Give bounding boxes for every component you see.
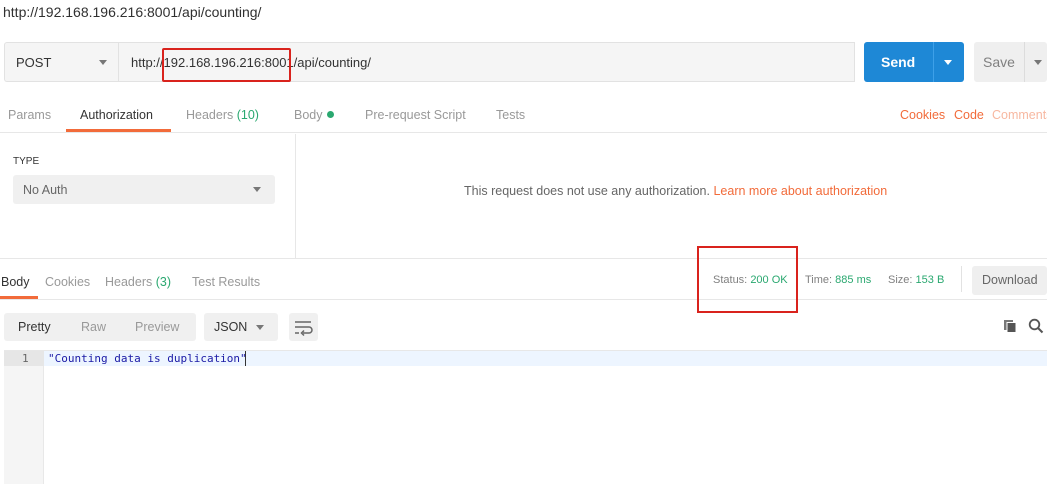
cookies-link[interactable]: Cookies [900,108,945,122]
tab-params[interactable]: Params [8,108,51,122]
chevron-down-icon [253,187,261,192]
body-indicator-dot-icon [326,111,334,118]
save-button[interactable]: Save [974,42,1047,82]
response-tab-headers-count: (3) [155,275,172,289]
copy-icon[interactable] [1003,319,1017,333]
tab-authorization[interactable]: Authorization [80,108,153,122]
wrap-lines-icon [295,321,313,337]
url-prefix: http:// [131,55,164,70]
format-select[interactable]: JSON [204,313,278,341]
time-label: Time: [805,274,833,286]
active-tab-indicator [66,129,171,132]
send-options-chevron-icon[interactable] [944,60,952,65]
line-number-gutter [4,351,44,484]
status-highlight-box [697,246,798,313]
code-line: "Counting data is duplication" [48,352,247,365]
pretty-button[interactable]: Pretty [18,320,51,334]
size-readout[interactable]: Size: 153 B [888,274,944,286]
tab-headers-label: Headers [186,108,234,122]
search-icon[interactable] [1028,318,1044,334]
active-response-tab-indicator [0,296,38,299]
window-title: http://192.168.196.216:8001/api/counting… [3,4,262,20]
preview-button[interactable]: Preview [135,320,179,334]
response-tab-headers[interactable]: Headers (3) [105,275,171,289]
wrap-lines-button[interactable] [289,313,318,341]
time-value: 885 ms [835,274,872,286]
view-mode-group: Pretty Raw Preview [4,313,196,341]
save-divider [1024,42,1025,82]
send-label: Send [881,54,916,70]
tab-prerequest-script[interactable]: Pre-request Script [365,108,466,122]
auth-message: This request does not use any authorizat… [464,184,887,198]
comments-link[interactable]: Comments [992,108,1047,122]
chevron-down-icon [99,60,107,65]
tab-tests[interactable]: Tests [496,108,525,122]
url-path: /api/counting/ [293,55,372,70]
response-body-editor[interactable] [4,350,1047,484]
size-value: 153 B [915,274,945,286]
save-options-chevron-icon[interactable] [1034,60,1042,65]
response-tab-body[interactable]: Body [1,275,30,289]
url-host-highlight-box [162,48,291,82]
method-label: POST [16,55,52,70]
auth-type-select[interactable]: No Auth [13,175,275,204]
tab-body-label: Body [294,108,323,122]
learn-more-auth-link[interactable]: Learn more about authorization [713,184,887,198]
auth-message-text: This request does not use any authorizat… [464,184,710,198]
format-value: JSON [214,320,248,334]
size-label: Size: [888,274,913,286]
line-number: 1 [22,352,29,365]
save-label: Save [983,54,1015,70]
response-tab-headers-label: Headers [105,275,153,289]
text-cursor [245,351,246,366]
time-readout[interactable]: Time: 885 ms [805,274,871,286]
tab-headers[interactable]: Headers (10) [186,108,259,122]
window-title-bar: http://192.168.196.216:8001/api/counting… [0,0,1047,30]
auth-type-label: TYPE [13,156,40,167]
method-select[interactable]: POST [4,42,118,82]
download-button[interactable]: Download [972,266,1047,295]
response-tab-test-results[interactable]: Test Results [192,275,260,289]
response-tab-cookies[interactable]: Cookies [45,275,90,289]
download-label: Download [982,273,1038,287]
chevron-down-icon [256,325,264,330]
send-button[interactable]: Send [864,42,964,82]
send-divider [933,42,934,82]
auth-type-value: No Auth [23,183,68,197]
raw-button[interactable]: Raw [81,320,106,334]
tab-headers-count: (10) [236,108,259,122]
tab-body[interactable]: Body [294,108,334,122]
code-link[interactable]: Code [954,108,984,122]
meta-divider [961,266,962,292]
